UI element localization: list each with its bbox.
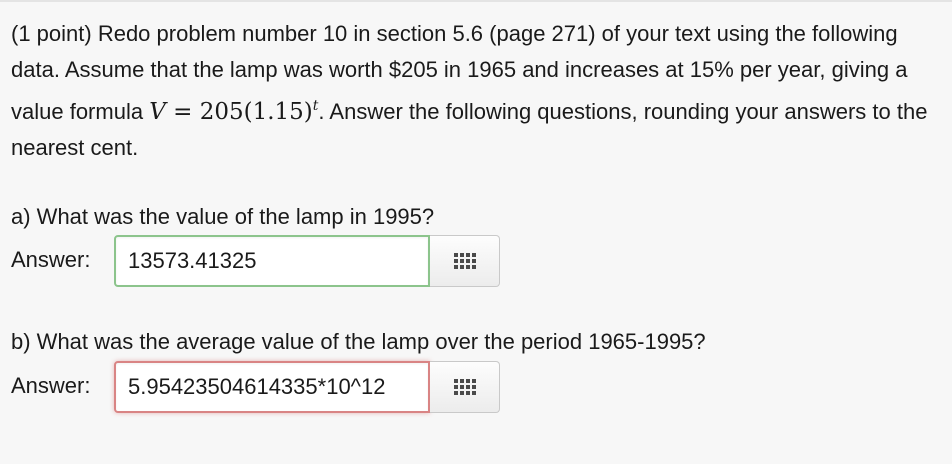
question-b-answer-label: Answer:: [11, 373, 91, 398]
question-b-equation-palette-button[interactable]: [430, 361, 500, 413]
question-a-answer-label: Answer:: [11, 247, 91, 272]
question-a-prompt: a) What was the value of the lamp in 199…: [11, 204, 435, 229]
formula-variable: V: [149, 99, 166, 125]
equation-palette-icon: [453, 253, 476, 269]
top-divider: [0, 0, 952, 2]
question-b-answer-input[interactable]: [114, 361, 430, 413]
equation-palette-icon: [453, 379, 476, 395]
question-a-answer-group: [114, 235, 500, 287]
value-formula: V = 205(1.15)t: [149, 98, 318, 125]
problem-statement: (1 point) Redo problem number 10 in sect…: [11, 16, 941, 166]
question-a-equation-palette-button[interactable]: [430, 235, 500, 287]
question-a-answer-input[interactable]: [114, 235, 430, 287]
question-b-answer-group: [114, 361, 500, 413]
formula-expression: = 205(1.15): [165, 99, 313, 125]
question-b-prompt: b) What was the average value of the lam…: [11, 329, 706, 354]
